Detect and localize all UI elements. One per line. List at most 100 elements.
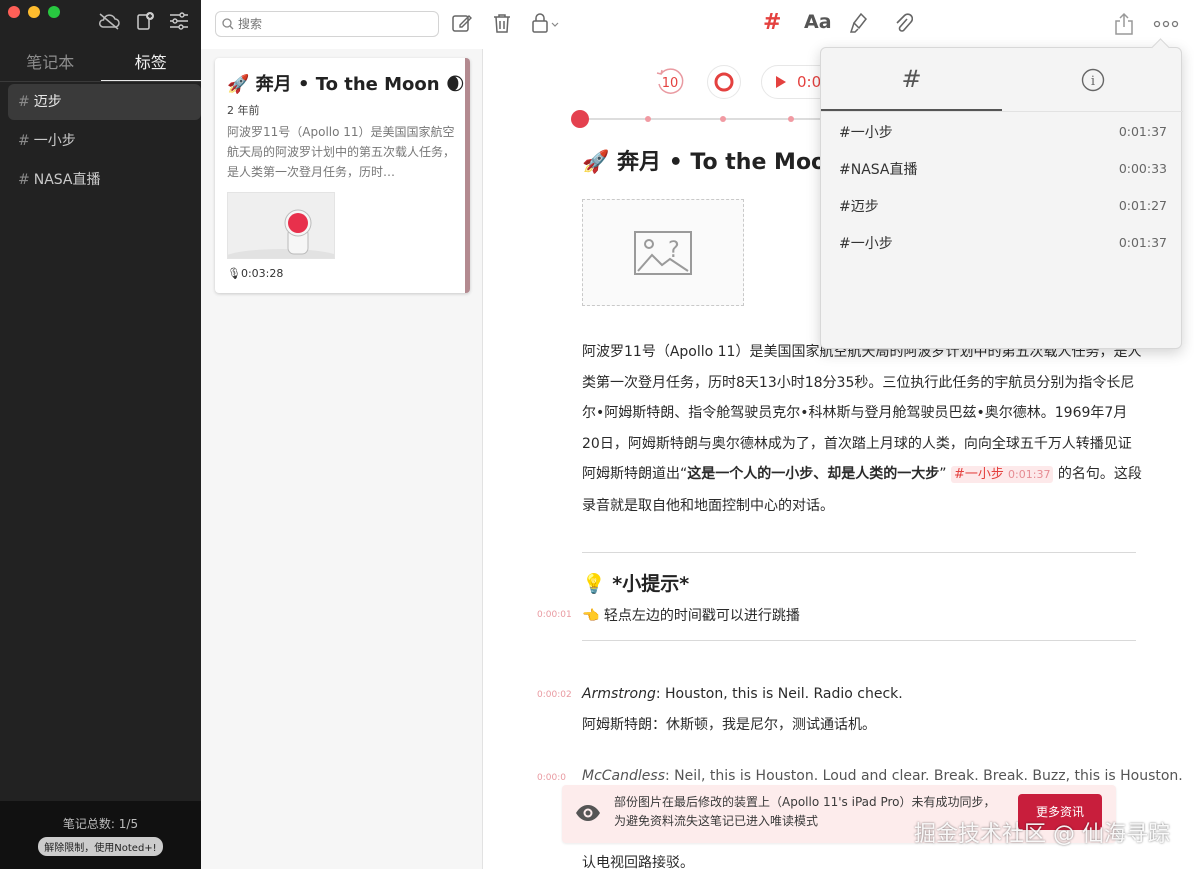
inline-tag-yi-xiao-bu[interactable]: #一小步 0:01:37 [950, 466, 1054, 483]
search-input[interactable] [238, 17, 418, 31]
dialog-line: McCandless: Neil, this is Houston. Loud … [582, 768, 1183, 784]
note-count: 笔记总数: 1/5 [62, 817, 139, 831]
dialog-text: : Neil, this is Houston. Loud and clear.… [664, 768, 1183, 784]
app-window: 笔记本 标签 # 迈步 # 一小步 # NASA直播 笔记总数: 1/5 解除限制，使… [0, 0, 1194, 869]
tag-time: 0:00:33 [1118, 161, 1167, 176]
rewind-10-icon: 10 [656, 68, 684, 94]
timeline-marker[interactable] [788, 116, 794, 122]
unlock-limit-button[interactable]: 解除限制，使用Noted+! [38, 837, 163, 856]
window-controls [8, 6, 60, 18]
tip-text: 👈 轻点左边的时间戳可以进行跳播 [582, 608, 800, 624]
popover-tab-tags[interactable]: # [821, 48, 1002, 111]
sidebar-footer: 笔记总数: 1/5 解除限制，使用Noted+! [0, 801, 201, 869]
tag-name: #一小步 [839, 124, 893, 141]
astronaut-image [228, 193, 334, 258]
compose-icon[interactable] [451, 12, 473, 34]
tag-label: NASA直播 [33, 172, 101, 188]
share-icon[interactable] [1113, 12, 1135, 36]
skip-label: 10 [662, 76, 679, 91]
note-body-paragraph[interactable]: 阿波罗11号（Apollo 11）是美国国家航空航天局的阿波罗计划中的第五次载人… [582, 337, 1142, 521]
search-box[interactable] [215, 11, 439, 37]
note-card-age: 2 年前 [227, 104, 260, 117]
timeline-marker[interactable] [645, 116, 651, 122]
tag-item-yi-xiao-bu[interactable]: # 一小步 [8, 123, 201, 159]
sidebar: 笔记本 标签 # 迈步 # 一小步 # NASA直播 笔记总数: 1/5 解除限制，使… [0, 0, 201, 869]
popover-tag-row[interactable]: #一小步 0:01:37 [821, 113, 1183, 150]
hash-icon: # [18, 172, 30, 188]
tab-notebooks[interactable]: 笔记本 [0, 48, 101, 82]
tag-name: #NASA直播 [839, 161, 918, 178]
note-card-title: 🚀 奔月 • To the Moon 🌒 [227, 74, 465, 95]
watermark: 掘金技术社区 @ 仙海寻踪 [914, 822, 1170, 847]
play-icon [776, 76, 786, 88]
tag-name: #一小步 [839, 235, 893, 252]
tag-time: 0:01:27 [1118, 198, 1167, 213]
paragraph-text: 阿波罗11号（Apollo 11）是美国国家航空航天局的阿波罗计划中的第五次载人… [582, 344, 1142, 482]
record-button[interactable] [707, 65, 741, 99]
speaker-name: McCandless [582, 768, 665, 784]
inline-tag-label: #一小步 [953, 467, 1004, 482]
tag-toggle-button[interactable]: # [763, 10, 781, 35]
zoom-window-button[interactable] [48, 6, 60, 18]
highlighter-icon[interactable] [849, 12, 869, 36]
tag-time: 0:01:37 [1118, 124, 1167, 139]
new-notebook-icon[interactable] [135, 11, 155, 31]
main-toolbar: # Aa [201, 0, 1194, 49]
hash-icon: # [18, 133, 30, 149]
tag-time: 0:01:37 [1118, 235, 1167, 250]
tag-popover: # i #一小步 0:01:37 #NASA直播 0:00:33 #迈步 0:01:2… [820, 47, 1183, 349]
popover-tabs: # i [821, 48, 1183, 112]
tab-tags[interactable]: 标签 [100, 48, 201, 82]
hash-icon: # [18, 94, 30, 110]
tag-label: 一小步 [33, 133, 76, 149]
lock-icon[interactable] [531, 12, 561, 34]
trash-icon[interactable] [491, 12, 513, 34]
tag-item-nasa-live[interactable]: # NASA直播 [8, 162, 201, 198]
dialog-translation: 阿姆斯特朗：休斯顿，我是尼尔，测试通话机。 [582, 717, 876, 733]
quote-close: ” [939, 466, 947, 482]
speaker-name: Armstrong [582, 686, 656, 702]
close-window-button[interactable] [8, 6, 20, 18]
timestamp-link[interactable]: 0:00:01 [537, 610, 572, 620]
info-label: i [1090, 74, 1094, 89]
missing-image-icon: ? [634, 230, 692, 275]
timestamp-link[interactable]: 0:00:02 [537, 690, 572, 700]
timeline-marker[interactable] [720, 116, 726, 122]
dialog-translation: 认电视回路接驳。 [582, 855, 694, 869]
duration-value: 0:03:28 [240, 267, 284, 280]
settings-sliders-icon[interactable] [169, 12, 189, 30]
dialog-text: : Houston, this is Neil. Radio check. [655, 686, 903, 702]
font-format-button[interactable]: Aa [804, 11, 832, 33]
tag-item-mai-bu[interactable]: # 迈步 [8, 84, 201, 120]
more-icon[interactable] [1153, 20, 1179, 28]
note-card-thumbnail [227, 192, 335, 259]
microphone-icon: 🎙 [227, 267, 241, 280]
minimize-window-button[interactable] [28, 6, 40, 18]
info-icon: i [1081, 68, 1104, 91]
skip-back-10-button[interactable]: 10 [653, 65, 687, 99]
popover-tag-row[interactable]: #NASA直播 0:00:33 [821, 150, 1183, 187]
cloud-off-icon[interactable] [97, 12, 121, 30]
note-card-excerpt: 阿波罗11号（Apollo 11）是美国国家航空航天局的阿波罗计划中的第五次载人… [227, 125, 456, 179]
tag-label: 迈步 [33, 94, 62, 110]
tag-name: #迈步 [839, 198, 879, 215]
tag-list: # 迈步 # 一小步 # NASA直播 [8, 84, 201, 201]
timeline-playhead[interactable] [571, 110, 589, 128]
timestamp-link[interactable]: 0:00:0 [537, 773, 566, 783]
sidebar-tabs: 笔记本 标签 [0, 48, 201, 82]
popover-tag-list: #一小步 0:01:37 #NASA直播 0:00:33 #迈步 0:01:27 #一… [821, 113, 1183, 261]
popover-tag-row[interactable]: #迈步 0:01:27 [821, 187, 1183, 224]
attachment-icon[interactable] [893, 12, 913, 36]
divider [582, 552, 1136, 553]
sidebar-toolbar [97, 11, 189, 31]
popover-tag-row[interactable]: #一小步 0:01:37 [821, 224, 1183, 261]
divider [582, 640, 1136, 641]
svg-text:?: ? [668, 238, 680, 263]
note-card-duration: 🎙0:03:28 [227, 267, 458, 280]
note-card[interactable]: 🚀 奔月 • To the Moon 🌒 2 年前 阿波罗11号（Apollo … [215, 58, 470, 293]
dialog-line: Armstrong: Houston, this is Neil. Radio … [582, 686, 903, 702]
tip-heading: 💡 *小提示* [582, 573, 690, 595]
note-title[interactable]: 🚀 奔月 • To the Moon [582, 144, 842, 176]
note-list: 🚀 奔月 • To the Moon 🌒 2 年前 阿波罗11号（Apollo … [201, 49, 483, 869]
popover-tab-info[interactable]: i [1002, 48, 1183, 111]
